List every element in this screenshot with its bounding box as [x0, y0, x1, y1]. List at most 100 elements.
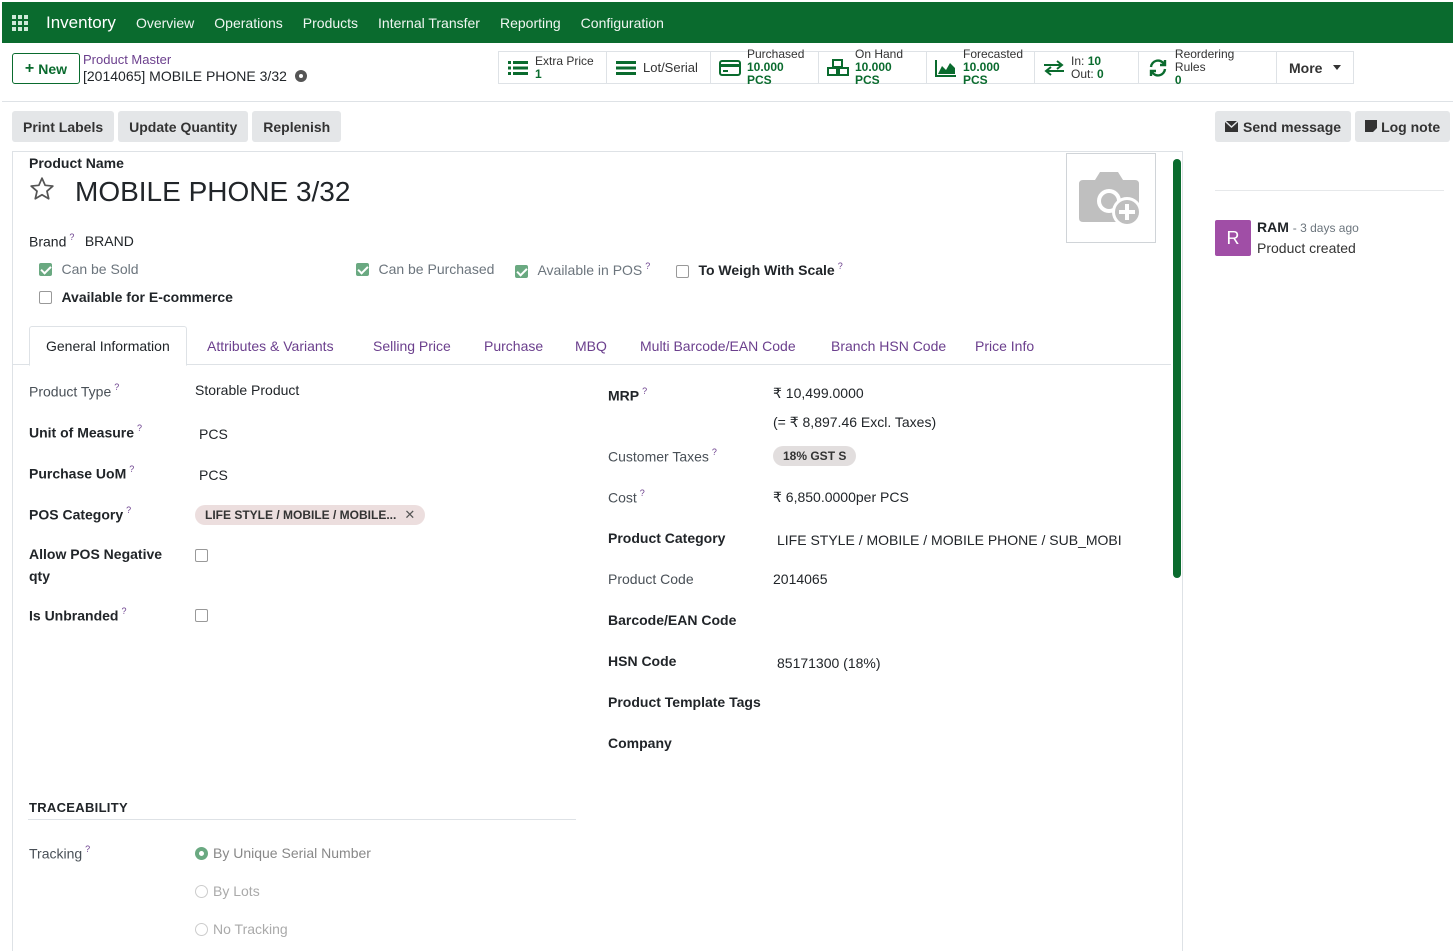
chatter-author[interactable]: RAM: [1257, 219, 1289, 235]
help-icon: ?: [69, 232, 75, 242]
mrp-field[interactable]: ₹ 10,499.0000: [773, 385, 864, 402]
uom-field[interactable]: PCS: [199, 426, 228, 442]
breadcrumb-current: [2014065] MOBILE PHONE 3/32: [83, 68, 307, 84]
send-message-label: Send message: [1243, 118, 1342, 135]
more-label: More: [1289, 59, 1323, 76]
radio-unselected[interactable]: [195, 885, 208, 899]
product-image-upload[interactable]: [1066, 153, 1156, 243]
scrollbar-thumb[interactable]: [1173, 159, 1181, 578]
menu-reporting[interactable]: Reporting: [500, 15, 561, 31]
new-button[interactable]: + New: [12, 53, 80, 84]
to-weigh-with-scale-label: To Weigh With Scale: [698, 262, 835, 279]
on-hand-value: 10.000 PCS: [855, 60, 892, 87]
pos-category-field[interactable]: LIFE STYLE / MOBILE / MOBILE... ✕: [195, 505, 426, 525]
product-name-label: Product Name: [29, 155, 124, 171]
help-icon: ?: [711, 447, 717, 457]
smart-button-forecasted[interactable]: Forecasted 10.000 PCS: [927, 48, 1035, 87]
brand-field[interactable]: BRAND: [85, 233, 134, 249]
mrp-label: MRP: [608, 387, 640, 404]
chatter-divider: [1215, 190, 1444, 191]
uom-label-wrap: Unit of Measure?: [29, 423, 142, 442]
available-ecommerce-checkbox[interactable]: [39, 291, 52, 305]
extra-price-value: 1: [535, 66, 542, 81]
control-panel: + New Product Master [2014065] MOBILE PH…: [2, 43, 1453, 102]
available-in-pos-checkbox[interactable]: [515, 264, 528, 278]
replenish-button[interactable]: Replenish: [252, 111, 342, 142]
update-quantity-button[interactable]: Update Quantity: [118, 111, 249, 142]
help-icon: ?: [642, 386, 648, 396]
help-icon: ?: [126, 505, 132, 515]
product-template-tags-label: Product Template Tags: [608, 694, 761, 710]
company-label: Company: [608, 735, 672, 751]
pos-category-label: POS Category: [29, 506, 124, 523]
send-message-button[interactable]: Send message: [1215, 111, 1352, 142]
smart-button-on-hand[interactable]: On Hand 10.000 PCS: [819, 48, 927, 87]
product-category-field[interactable]: LIFE STYLE / MOBILE / MOBILE PHONE / SUB…: [777, 532, 1122, 548]
apps-menu-button[interactable]: [2, 2, 38, 43]
star-icon[interactable]: [29, 176, 55, 207]
tab-mbq[interactable]: MBQ: [559, 326, 623, 365]
smart-button-purchased[interactable]: Purchased 10.000 PCS: [711, 48, 819, 87]
radio-unselected[interactable]: [195, 923, 208, 937]
product-name-field[interactable]: MOBILE PHONE 3/32: [75, 176, 350, 208]
tracking-option-lots[interactable]: By Lots: [195, 883, 260, 901]
allow-pos-negative-checkbox[interactable]: [195, 549, 208, 563]
tab-general-information[interactable]: General Information: [29, 326, 187, 366]
radio-selected[interactable]: [195, 847, 208, 861]
product-type-label-wrap: Product Type?: [29, 382, 119, 401]
log-note-button[interactable]: Log note: [1355, 111, 1451, 142]
can-be-purchased-checkbox[interactable]: [356, 263, 369, 277]
smart-button-extra-price[interactable]: Extra Price 1: [499, 52, 607, 83]
menu-operations[interactable]: Operations: [214, 15, 282, 31]
hsn-code-field[interactable]: 85171300 (18%): [777, 655, 881, 671]
menu-internal-transfer[interactable]: Internal Transfer: [378, 15, 480, 31]
app-name[interactable]: Inventory: [46, 13, 116, 33]
log-note-label: Log note: [1381, 118, 1441, 135]
can-be-purchased-label: Can be Purchased: [378, 261, 495, 277]
avatar[interactable]: R: [1215, 220, 1251, 256]
cubes-icon: [827, 58, 849, 77]
close-icon[interactable]: ✕: [404, 507, 415, 523]
purchase-uom-label: Purchase UoM: [29, 465, 127, 482]
smart-button-in-out[interactable]: In: 10 Out: 0: [1035, 52, 1139, 83]
envelope-icon: [1224, 119, 1239, 135]
menu-configuration[interactable]: Configuration: [581, 15, 664, 31]
menu-products[interactable]: Products: [303, 15, 358, 31]
menu-overview[interactable]: Overview: [136, 15, 194, 31]
print-labels-button[interactable]: Print Labels: [12, 111, 115, 142]
available-ecommerce-label: Available for E-commerce: [61, 289, 233, 305]
smart-button-reordering-rules[interactable]: Reordering Rules 0: [1139, 48, 1277, 87]
tab-selling-price[interactable]: Selling Price: [357, 326, 467, 365]
tab-attributes-variants[interactable]: Attributes & Variants: [191, 326, 350, 365]
tracking-option-serial[interactable]: By Unique Serial Number: [195, 845, 371, 863]
unbranded-label-wrap: Is Unbranded?: [29, 606, 126, 625]
can-be-sold-checkbox[interactable]: [39, 263, 52, 277]
purchase-uom-label-wrap: Purchase UoM?: [29, 464, 134, 483]
purchased-value: 10.000 PCS: [747, 60, 784, 87]
cost-field[interactable]: ₹ 6,850.0000per PCS: [773, 489, 909, 506]
to-weigh-with-scale-checkbox[interactable]: [676, 264, 689, 278]
gear-icon[interactable]: [294, 70, 307, 82]
smart-button-lot-serial[interactable]: Lot/Serial: [607, 52, 711, 83]
tracking-option-none[interactable]: No Tracking: [195, 921, 288, 939]
tab-multi-barcode[interactable]: Multi Barcode/EAN Code: [624, 326, 812, 365]
tab-price-info[interactable]: Price Info: [959, 326, 1050, 365]
unbranded-checkbox[interactable]: [195, 609, 208, 623]
tab-branch-hsn-code[interactable]: Branch HSN Code: [815, 326, 962, 365]
cost-label: Cost: [608, 489, 637, 506]
more-dropdown[interactable]: More: [1277, 52, 1353, 83]
available-in-pos-checkbox-row: Available in POS?: [515, 261, 650, 280]
hsn-code-label: HSN Code: [608, 653, 677, 669]
allow-pos-negative-label-2: qty: [29, 568, 50, 584]
available-ecommerce-checkbox-row: Available for E-commerce: [39, 289, 233, 307]
purchase-uom-field[interactable]: PCS: [199, 467, 228, 483]
camera-plus-icon: [1079, 172, 1142, 227]
customer-taxes-field[interactable]: 18% GST S: [773, 446, 857, 466]
tab-purchase[interactable]: Purchase: [468, 326, 559, 365]
plus-icon: +: [24, 59, 35, 77]
tracking-option-lots-label: By Lots: [213, 883, 260, 899]
breadcrumb-parent[interactable]: Product Master: [83, 52, 171, 67]
product-type-field[interactable]: Storable Product: [195, 382, 299, 398]
exchange-icon: [1043, 59, 1065, 77]
product-code-field[interactable]: 2014065: [773, 571, 828, 587]
